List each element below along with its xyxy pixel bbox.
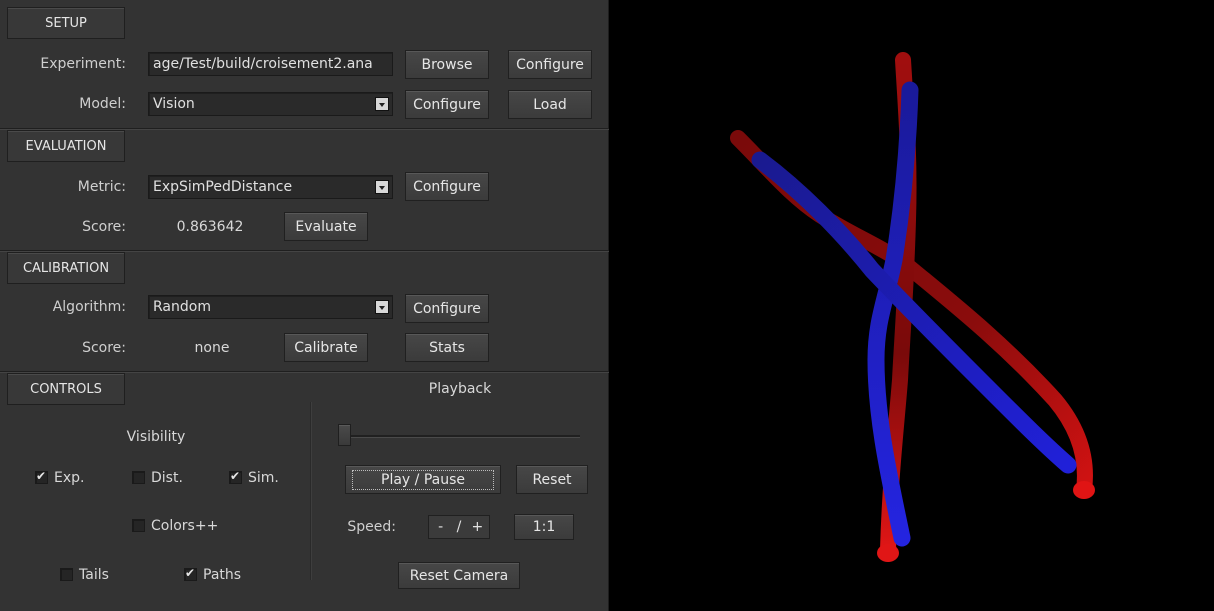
algorithm-value: Random [153, 299, 211, 315]
configure-algorithm-button[interactable]: Configure [405, 294, 489, 323]
evaluation-section: EVALUATION Metric: ExpSimPedDistance Con… [0, 128, 609, 250]
chevron-down-icon[interactable] [375, 300, 389, 314]
speed-ratio-button[interactable]: 1:1 [514, 514, 574, 540]
speed-plus-button[interactable]: + [467, 519, 487, 535]
playback-label: Playback [428, 381, 492, 397]
algorithm-label: Algorithm: [52, 299, 126, 315]
metric-select[interactable]: ExpSimPedDistance [148, 175, 393, 199]
exp-label[interactable]: Exp. [54, 469, 84, 487]
model-select[interactable]: Vision [148, 92, 393, 116]
tab-controls[interactable]: CONTROLS [7, 373, 125, 405]
tails-label[interactable]: Tails [79, 566, 109, 584]
control-panel: SETUP Experiment: age/Test/build/croisem… [0, 0, 609, 611]
experiment-endpoint-1 [1073, 481, 1095, 499]
calibration-score-value: none [194, 340, 230, 356]
tails-checkbox[interactable] [60, 568, 73, 581]
controls-divider [310, 402, 311, 580]
speed-control: - / + [428, 515, 490, 539]
trajectory-view [730, 52, 1095, 562]
setup-section: SETUP Experiment: age/Test/build/croisem… [0, 0, 609, 128]
speed-minus-button[interactable]: - [431, 519, 451, 535]
experiment-endpoint-2 [877, 544, 899, 562]
metric-label: Metric: [77, 179, 126, 195]
stats-button[interactable]: Stats [405, 333, 489, 362]
playback-slider-handle[interactable] [338, 424, 351, 446]
evaluate-button[interactable]: Evaluate [284, 212, 368, 241]
browse-button[interactable]: Browse [405, 50, 489, 79]
tab-calibration[interactable]: CALIBRATION [7, 252, 125, 284]
colors-checkbox[interactable] [132, 519, 145, 532]
reset-camera-button[interactable]: Reset Camera [398, 562, 520, 589]
paths-checkbox[interactable] [184, 566, 197, 581]
dist-checkbox[interactable] [132, 471, 145, 484]
evaluation-score-label: Score: [82, 219, 126, 235]
chevron-down-icon[interactable] [375, 180, 389, 194]
model-label: Model: [79, 96, 126, 112]
metric-value: ExpSimPedDistance [153, 179, 293, 195]
tab-evaluation[interactable]: EVALUATION [7, 130, 125, 162]
configure-experiment-button[interactable]: Configure [508, 50, 592, 79]
calibration-section: CALIBRATION Algorithm: Random Configure … [0, 250, 609, 371]
load-button[interactable]: Load [508, 90, 592, 119]
dist-label[interactable]: Dist. [151, 469, 183, 487]
algorithm-select[interactable]: Random [148, 295, 393, 319]
evaluation-score-value: 0.863642 [176, 219, 244, 235]
playback-slider-track[interactable] [342, 435, 580, 437]
sim-label[interactable]: Sim. [248, 469, 279, 487]
experiment-label: Experiment: [40, 56, 126, 72]
tab-setup[interactable]: SETUP [7, 7, 125, 39]
play-pause-button[interactable]: Play / Pause [345, 465, 501, 494]
model-value: Vision [153, 96, 195, 112]
visibility-label: Visibility [126, 429, 186, 445]
3d-viewport[interactable] [610, 0, 1214, 611]
experiment-path-field[interactable]: age/Test/build/croisement2.ana [148, 52, 393, 76]
play-pause-label: Play / Pause [352, 469, 494, 490]
configure-model-button[interactable]: Configure [405, 90, 489, 119]
calibration-score-label: Score: [82, 340, 126, 356]
reset-button[interactable]: Reset [516, 465, 588, 494]
sim-checkbox[interactable] [229, 469, 242, 484]
calibrate-button[interactable]: Calibrate [284, 333, 368, 362]
speed-label: Speed: [347, 519, 396, 535]
speed-separator: / [456, 519, 462, 535]
configure-metric-button[interactable]: Configure [405, 172, 489, 201]
colors-label[interactable]: Colors++ [151, 517, 218, 535]
exp-checkbox[interactable] [35, 469, 48, 484]
chevron-down-icon[interactable] [375, 97, 389, 111]
paths-label[interactable]: Paths [203, 566, 241, 584]
